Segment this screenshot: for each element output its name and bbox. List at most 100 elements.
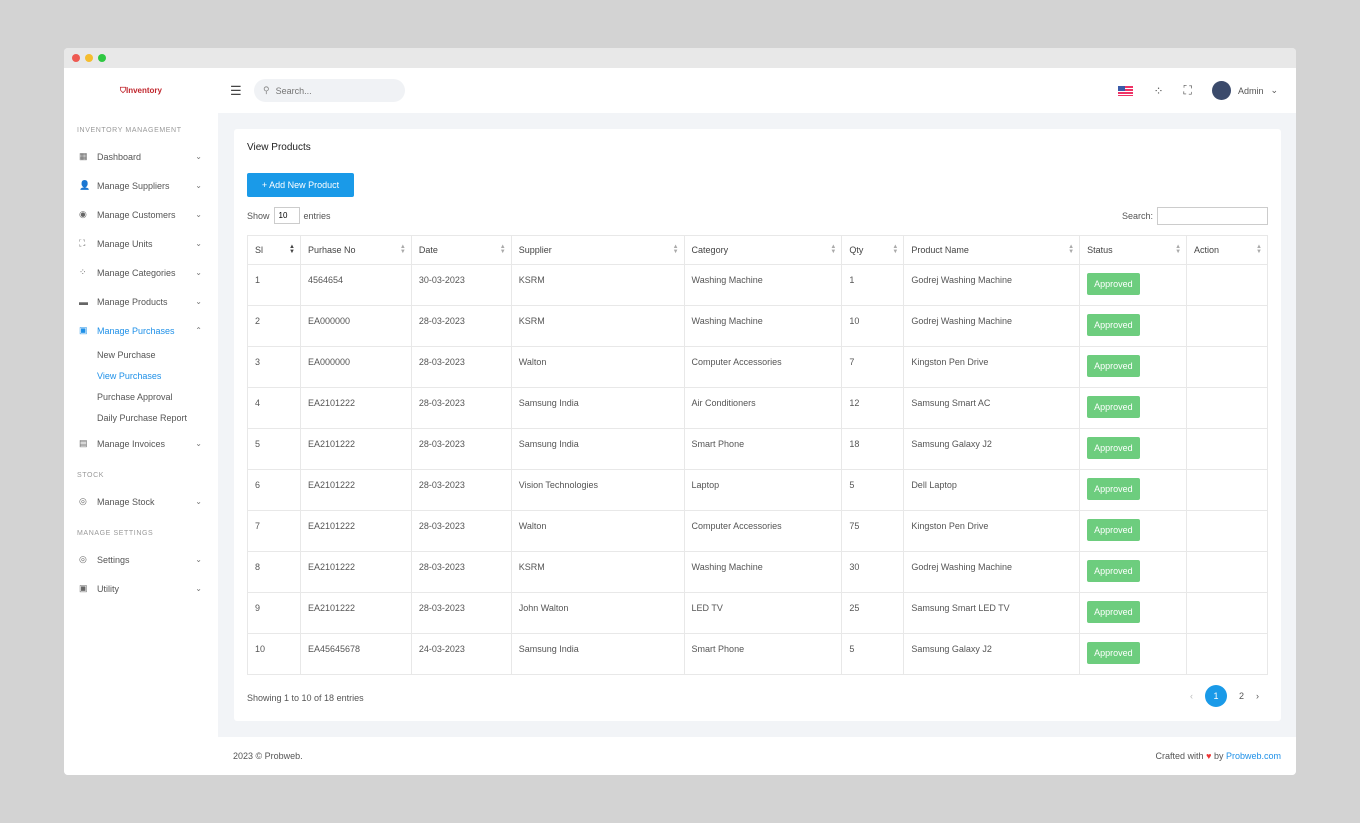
chevron-down-icon: ⌄ bbox=[195, 152, 202, 161]
sidebar-item-dashboard[interactable]: ▦ Dashboard ⌄ bbox=[64, 142, 218, 171]
add-new-product-button[interactable]: + Add New Product bbox=[247, 173, 354, 197]
table-cell: EA2101222 bbox=[299, 592, 412, 634]
column-label: Qty bbox=[849, 245, 864, 255]
column-header[interactable]: Purhase No ▲ ▼ bbox=[299, 235, 412, 265]
table-row: 7 EA2101222 28-03-2023 Walton Computer Acces… bbox=[247, 510, 1268, 552]
table-row: 1 4564654 30-03-2023 KSRM Washing Machine 1 Go… bbox=[247, 264, 1268, 306]
table-cell: Walton bbox=[510, 510, 685, 552]
column-label: Status bbox=[1087, 245, 1113, 255]
settings-icon: ◎ bbox=[79, 554, 87, 564]
status-badge: Approved bbox=[1087, 601, 1140, 623]
action-cell bbox=[1186, 469, 1268, 511]
table-cell: Godrej Washing Machine bbox=[903, 305, 1081, 347]
action-cell bbox=[1186, 551, 1268, 593]
submenu-item[interactable]: Purchase Approval bbox=[64, 387, 218, 408]
search-box[interactable]: ⚲ bbox=[254, 79, 405, 102]
table-cell: 12 bbox=[841, 387, 905, 429]
sort-icon: ▲ ▼ bbox=[288, 244, 295, 255]
table-cell: Samsung Smart AC bbox=[903, 387, 1081, 429]
table-cell: Computer Accessories bbox=[683, 346, 843, 388]
sidebar-item-manage-invoices[interactable]: ▤ Manage Invoices ⌄ bbox=[64, 429, 218, 458]
chevron-down-icon: ⌄ bbox=[195, 239, 202, 248]
fullscreen-icon[interactable]: ⛶ bbox=[1184, 83, 1192, 98]
table-cell: Smart Phone bbox=[683, 428, 843, 470]
table-cell: 10 bbox=[841, 305, 905, 347]
status-badge: Approved bbox=[1087, 355, 1140, 377]
table-cell: 28-03-2023 bbox=[410, 469, 512, 511]
column-label: Supplier bbox=[518, 245, 552, 255]
submenu-item[interactable]: View Purchases bbox=[64, 366, 218, 387]
sidebar-item-manage-stock[interactable]: ◎ Manage Stock ⌄ bbox=[64, 487, 218, 516]
search-input[interactable] bbox=[275, 85, 386, 96]
sidebar-item-manage-purchases[interactable]: ▣ Manage Purchases ⌃ bbox=[64, 316, 218, 345]
status-cell: Approved bbox=[1079, 346, 1188, 388]
column-header[interactable]: Product Name ▲ ▼ bbox=[903, 235, 1081, 265]
table-cell: 10 bbox=[247, 633, 301, 675]
sidebar-item-manage-units[interactable]: ⛶ Manage Units ⌄ bbox=[64, 229, 218, 258]
sidebar-item-utility[interactable]: ▣ Utility ⌄ bbox=[64, 574, 218, 603]
column-header[interactable]: Status ▲ ▼ bbox=[1079, 235, 1188, 265]
entries-select[interactable] bbox=[273, 207, 300, 224]
menu-icon[interactable]: ☰ bbox=[230, 83, 242, 99]
search-label: Search: bbox=[1121, 211, 1153, 221]
apps-icon[interactable]: ⁘ bbox=[1153, 84, 1163, 98]
table-cell: Vision Technologies bbox=[510, 469, 685, 511]
sidebar-item-manage-suppliers[interactable]: 👤 Manage Suppliers ⌄ bbox=[64, 171, 218, 200]
column-header[interactable]: Date ▲ ▼ bbox=[410, 235, 512, 265]
user-menu[interactable]: Admin ⌄ bbox=[1211, 81, 1278, 100]
table-cell: KSRM bbox=[510, 305, 685, 347]
submenu-item[interactable]: New Purchase bbox=[64, 345, 218, 366]
column-header[interactable]: Sl ▲ ▼ bbox=[247, 235, 301, 265]
table-search-input[interactable] bbox=[1157, 207, 1268, 225]
next-page[interactable]: › bbox=[1256, 691, 1259, 701]
sort-icon: ▲ ▼ bbox=[499, 244, 506, 255]
table-info: Showing 1 to 10 of 18 entries bbox=[247, 693, 364, 703]
page-2[interactable]: 2 bbox=[1239, 691, 1244, 701]
table-cell: EA2101222 bbox=[299, 428, 412, 470]
crafted-text: Crafted with bbox=[1155, 751, 1204, 761]
chevron-down-icon: ⌄ bbox=[195, 555, 202, 564]
status-badge: Approved bbox=[1087, 519, 1140, 541]
table-cell: 24-03-2023 bbox=[410, 633, 512, 675]
sidebar: INVENTORY MANAGEMENT ▦ Dashboard ⌄ 👤 Manage … bbox=[64, 113, 218, 775]
table-row: 9 EA2101222 28-03-2023 John Walton LED TV 25 S… bbox=[247, 592, 1268, 634]
logo[interactable]: ⛉Inventory bbox=[64, 86, 218, 96]
section-label: MANAGE SETTINGS bbox=[77, 530, 154, 537]
sidebar-item-manage-products[interactable]: ▬ Manage Products ⌄ bbox=[64, 287, 218, 316]
user-name: Admin bbox=[1237, 85, 1264, 96]
flag-icon[interactable] bbox=[1118, 85, 1134, 96]
minimize-dot[interactable] bbox=[85, 54, 93, 62]
footer-link[interactable]: Probweb.com bbox=[1226, 751, 1281, 761]
table-cell: 2 bbox=[247, 305, 301, 347]
maximize-dot[interactable] bbox=[98, 54, 106, 62]
table-row: 6 EA2101222 28-03-2023 Vision Technologies L… bbox=[247, 469, 1268, 511]
sidebar-item-label: Manage Purchases bbox=[97, 325, 175, 336]
table-cell: Samsung India bbox=[510, 387, 685, 429]
sidebar-item-label: Manage Stock bbox=[97, 496, 155, 507]
table-cell: 18 bbox=[841, 428, 905, 470]
chevron-down-icon: ⌄ bbox=[195, 297, 202, 306]
table-cell: 4564654 bbox=[299, 264, 412, 306]
sort-icon: ▲ ▼ bbox=[672, 244, 679, 255]
sidebar-item-manage-customers[interactable]: ◉ Manage Customers ⌄ bbox=[64, 200, 218, 229]
table-cell: 28-03-2023 bbox=[410, 592, 512, 634]
table-cell: KSRM bbox=[510, 551, 685, 593]
column-header[interactable]: Qty ▲ ▼ bbox=[841, 235, 905, 265]
show-label: Show bbox=[247, 210, 270, 221]
table-row: 2 EA000000 28-03-2023 KSRM Washing Machine 10… bbox=[247, 305, 1268, 347]
products-card: View Products + Add New Product Show entr… bbox=[234, 129, 1281, 721]
table-cell: Godrej Washing Machine bbox=[903, 551, 1081, 593]
action-cell bbox=[1186, 346, 1268, 388]
table-cell: 28-03-2023 bbox=[410, 387, 512, 429]
column-header[interactable]: Supplier ▲ ▼ bbox=[510, 235, 685, 265]
page-1[interactable]: 1 bbox=[1204, 685, 1227, 707]
submenu-item[interactable]: Daily Purchase Report bbox=[64, 408, 218, 429]
status-cell: Approved bbox=[1079, 305, 1188, 347]
sidebar-item-settings[interactable]: ◎ Settings ⌄ bbox=[64, 545, 218, 574]
table-cell: 9 bbox=[247, 592, 301, 634]
close-dot[interactable] bbox=[72, 54, 80, 62]
sidebar-item-manage-categories[interactable]: ⁘ Manage Categories ⌄ bbox=[64, 258, 218, 287]
prev-page[interactable]: ‹ bbox=[1190, 691, 1193, 701]
column-header[interactable]: Action ▲ ▼ bbox=[1186, 235, 1268, 265]
column-header[interactable]: Category ▲ ▼ bbox=[683, 235, 843, 265]
